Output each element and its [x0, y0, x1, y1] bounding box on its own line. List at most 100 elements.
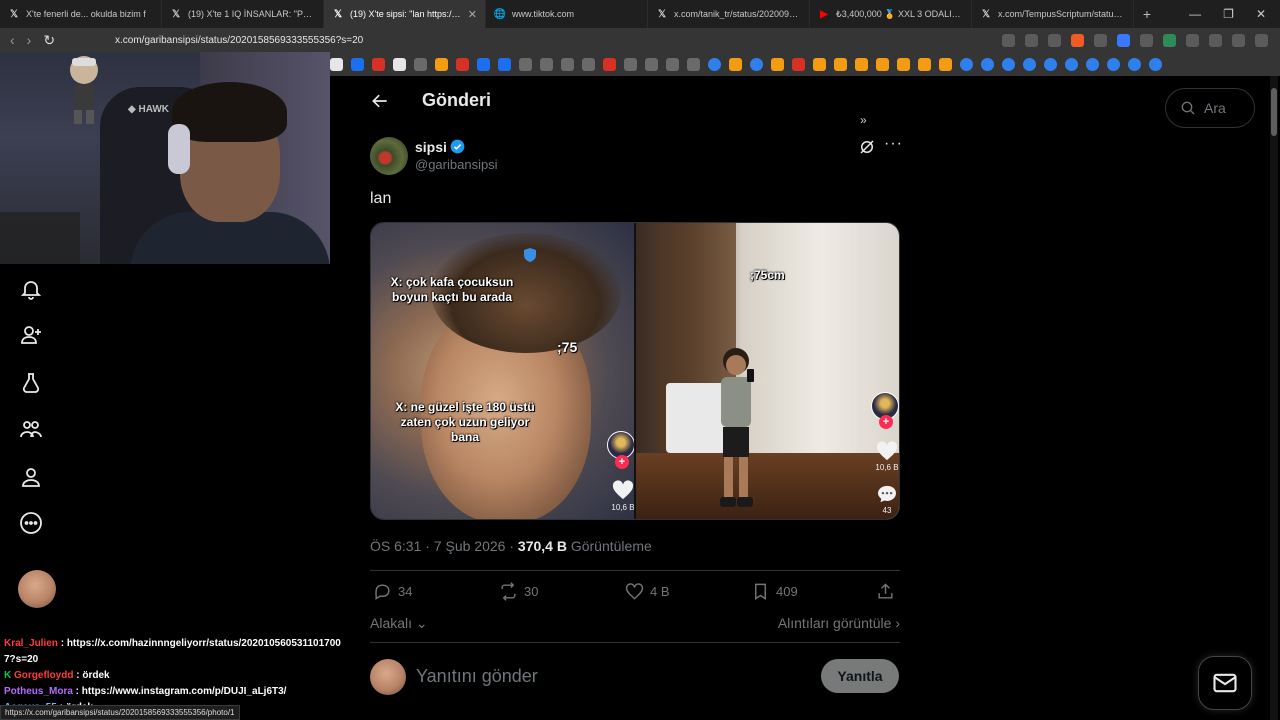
reply-input[interactable]: Yanıtını gönder [416, 666, 538, 687]
scrollbar[interactable] [1270, 76, 1278, 720]
minimize-icon[interactable]: — [1189, 7, 1201, 21]
extension-icon[interactable] [1117, 33, 1130, 47]
share-action[interactable] [876, 582, 895, 601]
extension-icon[interactable] [1163, 33, 1176, 47]
bookmark-icon[interactable] [414, 57, 427, 71]
bookmark-icon[interactable] [477, 57, 490, 71]
profile-button[interactable] [18, 464, 44, 490]
bookmark-icon[interactable] [939, 57, 952, 71]
steam-icon[interactable] [708, 57, 721, 71]
messages-button[interactable] [1198, 656, 1252, 710]
close-tab-icon[interactable]: ✕ [468, 8, 477, 21]
bookmark-icon[interactable] [918, 57, 931, 71]
bookmark-icon[interactable] [372, 57, 385, 71]
more-menu-button[interactable] [18, 510, 44, 536]
steam-icon[interactable] [960, 57, 973, 71]
bookmark-icon[interactable] [519, 57, 532, 71]
bookmark-icon[interactable] [792, 57, 805, 71]
sidebar-icon[interactable] [1209, 33, 1222, 47]
folder-icon[interactable] [687, 57, 700, 71]
follow-button[interactable] [18, 322, 44, 348]
close-window-icon[interactable]: ✕ [1256, 7, 1266, 21]
bookmark-icon[interactable] [582, 57, 595, 71]
sort-dropdown[interactable]: Alakalı ⌄ [370, 615, 428, 632]
back-icon[interactable]: ‹ [10, 32, 15, 49]
search-box[interactable]: Ara [1165, 88, 1255, 128]
tab-1[interactable]: 𝕏 X'te fenerli de... okulda bizim f [0, 0, 162, 28]
bookmark-icon[interactable] [498, 57, 511, 71]
menu-icon[interactable] [1255, 33, 1268, 47]
account-avatar[interactable] [18, 570, 56, 608]
reply-action[interactable]: 34 [373, 582, 412, 601]
steam-icon[interactable] [1128, 57, 1141, 71]
author-avatar[interactable] [370, 137, 408, 175]
tab-3-active[interactable]: 𝕏 (19) X'te sipsi: "lan https://t.co/G ✕ [324, 0, 486, 28]
bookmark-icon[interactable] [645, 57, 658, 71]
address-bar[interactable]: x.com/garibansipsi/status/20201585693335… [115, 35, 363, 46]
maximize-icon[interactable]: ❐ [1223, 7, 1234, 21]
bookmark-action[interactable]: 409 [751, 582, 798, 601]
steam-icon[interactable] [1086, 57, 1099, 71]
bookmark-icon[interactable] [813, 57, 826, 71]
view-quotes-link[interactable]: Alıntıları görüntüle › [778, 615, 900, 631]
like-action[interactable]: 4 B [625, 582, 670, 601]
steam-icon[interactable] [981, 57, 994, 71]
bookmark-icon[interactable] [897, 57, 910, 71]
post-media[interactable]: X: çok kafa çocuksun boyun kaçtı bu arad… [370, 222, 900, 520]
bookmark-icon[interactable] [561, 57, 574, 71]
new-tab-button[interactable]: + [1134, 6, 1160, 22]
music-icon[interactable] [1232, 33, 1245, 47]
grok-icon[interactable] [858, 138, 876, 156]
tab-6[interactable]: ▶ ₺3,400,000 🏅 XXL 3 ODALI LÜKS KA [810, 0, 972, 28]
tab-2[interactable]: 𝕏 (19) X'te 1 IQ İNSANLAR: "Purna olm [162, 0, 324, 28]
bookmark-icon[interactable] [771, 57, 784, 71]
back-arrow-icon[interactable] [370, 91, 390, 111]
notifications-button[interactable] [18, 276, 44, 302]
bookmark-icon[interactable] [666, 57, 679, 71]
bookmark-icon[interactable] [351, 57, 364, 71]
bookmark-icon[interactable] [330, 57, 343, 71]
reply-button[interactable]: Yanıtla [821, 659, 899, 693]
bookmark-icon[interactable] [729, 57, 742, 71]
cast-icon[interactable] [1025, 33, 1038, 47]
steam-icon[interactable] [1023, 57, 1036, 71]
repost-action[interactable]: 30 [499, 582, 538, 601]
media-image-right[interactable]: ;75cm + 10,6 B 43 [636, 223, 899, 519]
extension-icon[interactable] [1094, 33, 1107, 47]
share-icon[interactable] [1048, 33, 1061, 47]
bookmark-icon[interactable] [624, 57, 637, 71]
bookmark-icon[interactable] [435, 57, 448, 71]
steam-icon[interactable] [1149, 57, 1162, 71]
bookmark-icon[interactable] [456, 57, 469, 71]
steam-icon[interactable] [750, 57, 763, 71]
communities-button[interactable] [18, 416, 44, 442]
tab-4[interactable]: 🌐 www.tiktok.com [486, 0, 648, 28]
steam-icon[interactable] [1065, 57, 1078, 71]
bookmark-icon[interactable] [855, 57, 868, 71]
brave-shield-icon[interactable] [1071, 33, 1084, 47]
post-time[interactable]: ÖS 6:31 [370, 538, 421, 554]
bookmark-icon[interactable] [393, 57, 406, 71]
reload-icon[interactable]: ↻ [43, 32, 55, 49]
extension-icon[interactable] [1140, 33, 1153, 47]
author-handle[interactable]: @garibansipsi [415, 157, 498, 172]
more-options-icon[interactable]: ··· [884, 136, 902, 156]
author-name[interactable]: sipsi [415, 139, 447, 155]
tab-5[interactable]: 𝕏 x.com/tanik_tr/status/202009515555 [648, 0, 810, 28]
scrollbar-thumb[interactable] [1271, 88, 1277, 136]
post-date[interactable]: 7 Şub 2026 [434, 538, 506, 554]
zoom-icon[interactable] [1002, 33, 1015, 47]
puzzle-icon[interactable] [1186, 33, 1199, 47]
bookmark-icon[interactable] [540, 57, 553, 71]
search-icon [1181, 101, 1195, 115]
forward-icon[interactable]: › [27, 32, 32, 49]
bookmark-icon[interactable] [876, 57, 889, 71]
bookmark-icon[interactable] [603, 57, 616, 71]
steam-icon[interactable] [1107, 57, 1120, 71]
bookmark-icon[interactable] [834, 57, 847, 71]
steam-icon[interactable] [1002, 57, 1015, 71]
steam-icon[interactable] [1044, 57, 1057, 71]
grok-button[interactable] [18, 370, 44, 396]
tab-7[interactable]: 𝕏 x.com/TempusScriptum/status/2019 [972, 0, 1134, 28]
media-image-left[interactable]: X: çok kafa çocuksun boyun kaçtı bu arad… [371, 223, 635, 519]
